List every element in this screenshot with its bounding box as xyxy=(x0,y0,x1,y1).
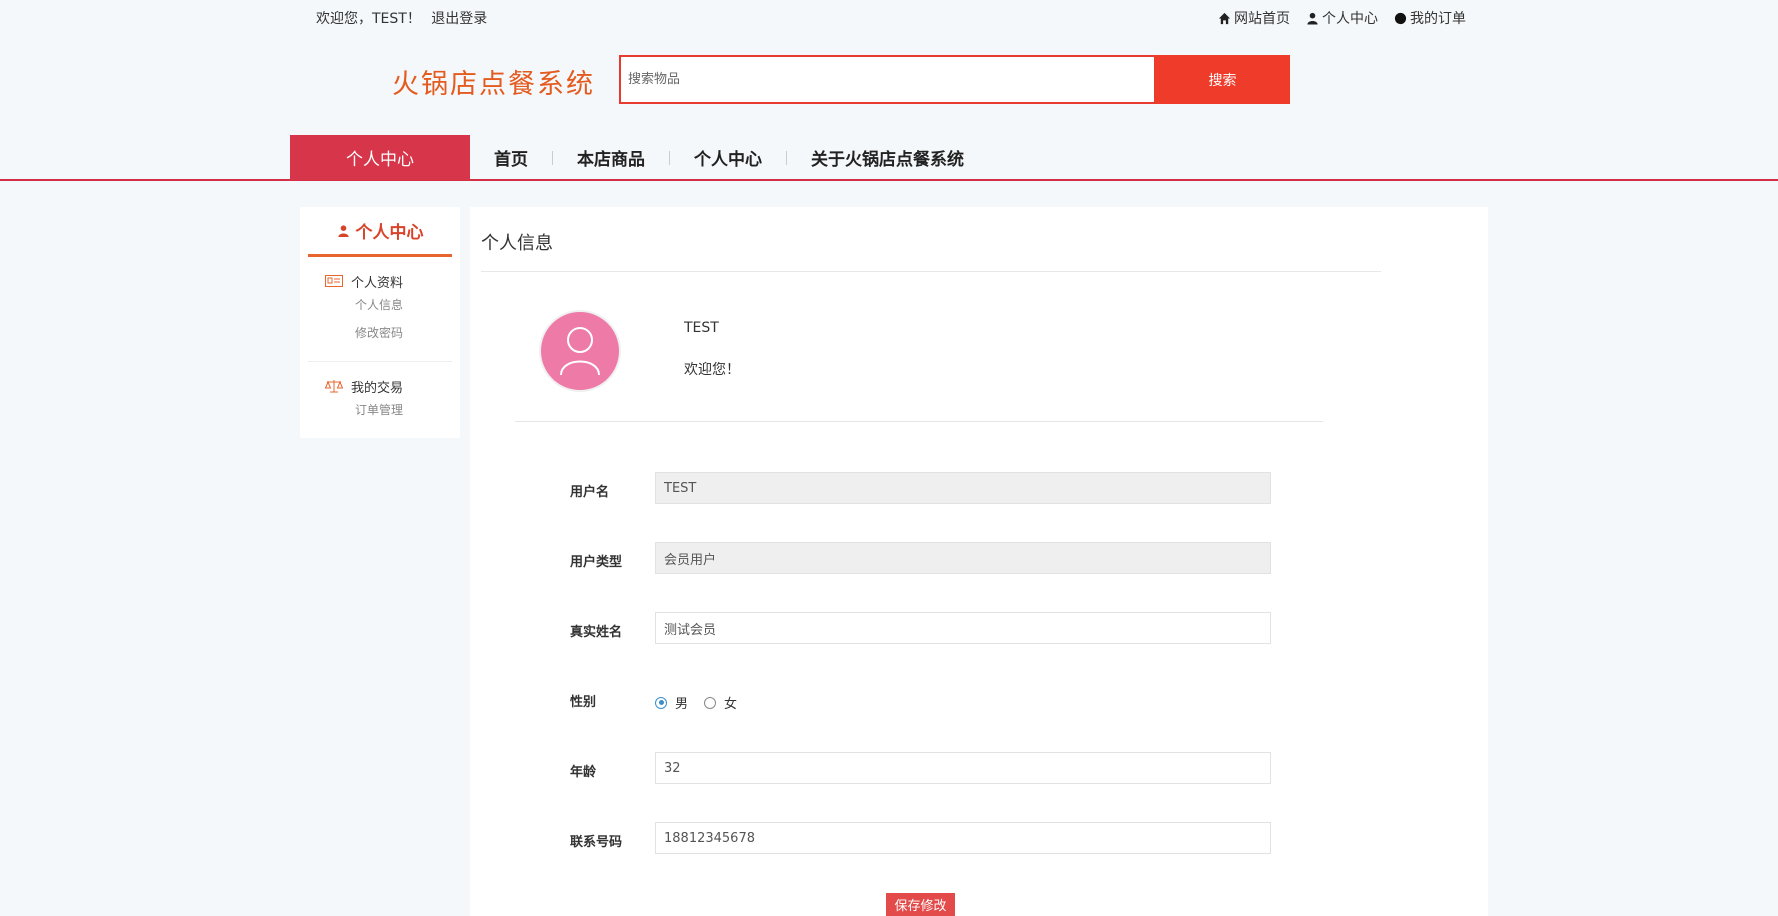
sidebar-group-head: 我的交易 xyxy=(300,376,460,396)
age-label: 年龄 xyxy=(570,765,597,780)
user-avatar-icon xyxy=(560,327,600,376)
home-link-label: 网站首页 xyxy=(1234,11,1290,27)
circle-icon xyxy=(1394,12,1407,24)
gender-radio-female[interactable] xyxy=(704,696,717,709)
realname-field[interactable] xyxy=(655,612,1271,644)
avatar xyxy=(539,310,621,392)
sidebar-item-profile-info[interactable]: 个人信息 xyxy=(300,291,460,319)
sidebar-title: 个人中心 xyxy=(308,207,452,257)
profile-greeting: 欢迎您！ xyxy=(684,362,740,378)
sidebar-item-orders[interactable]: 订单管理 xyxy=(300,396,460,424)
search-input[interactable] xyxy=(619,55,1156,104)
page-title: 个人信息 xyxy=(481,233,553,254)
welcome-bar: 欢迎您，TEST！ 退出登录 xyxy=(316,8,493,28)
username-label: 用户名 xyxy=(570,485,610,500)
user-center-link-label: 个人中心 xyxy=(1322,11,1378,27)
sidebar-title-label: 个人中心 xyxy=(355,223,424,243)
gender-label: 性别 xyxy=(570,695,597,710)
save-button[interactable]: 保存修改 xyxy=(886,893,955,916)
nav-active-tab[interactable]: 个人中心 xyxy=(290,135,470,180)
phone-label: 联系号码 xyxy=(570,835,623,850)
sidebar-group-label: 个人资料 xyxy=(351,275,404,291)
profile-name: TEST xyxy=(684,320,719,336)
site-title: 火锅店点餐系统 xyxy=(392,69,595,100)
sidebar-group-label: 我的交易 xyxy=(351,380,404,396)
user-icon xyxy=(337,224,349,237)
main-nav: 首页 本店商品 个人中心 关于火锅店点餐系统 xyxy=(470,135,988,180)
realname-label: 真实姓名 xyxy=(570,625,623,640)
gender-radio-male[interactable] xyxy=(655,696,667,709)
gender-option-female: 女 xyxy=(724,697,738,712)
profile-divider xyxy=(515,421,1323,422)
my-orders-link[interactable]: 我的订单 xyxy=(1394,8,1466,28)
home-icon xyxy=(1218,12,1231,24)
sidebar-group-trade: 我的交易 订单管理 xyxy=(300,376,460,424)
nav-item-products[interactable]: 本店商品 xyxy=(553,145,669,170)
age-field[interactable] xyxy=(655,752,1271,784)
logout-link[interactable]: 退出登录 xyxy=(431,11,487,27)
usertype-field[interactable] xyxy=(655,542,1271,574)
gender-radio-group: 男 女 xyxy=(655,693,737,712)
usertype-label: 用户类型 xyxy=(570,555,623,570)
title-divider xyxy=(481,271,1381,272)
search-button[interactable]: 搜索 xyxy=(1155,55,1290,104)
welcome-text: 欢迎您，TEST！ xyxy=(316,11,421,27)
sidebar-divider xyxy=(308,361,452,362)
sidebar-group-profile: 个人资料 个人信息 修改密码 xyxy=(300,271,460,347)
my-orders-link-label: 我的订单 xyxy=(1410,11,1466,27)
home-link[interactable]: 网站首页 xyxy=(1218,8,1290,28)
sidebar: 个人中心 个人资料 个人信息 修改密码 我的交易 订单管理 xyxy=(300,207,460,438)
user-center-link[interactable]: 个人中心 xyxy=(1306,8,1378,28)
nav-item-home[interactable]: 首页 xyxy=(470,145,552,170)
nav-item-about[interactable]: 关于火锅店点餐系统 xyxy=(787,145,988,170)
scale-icon xyxy=(325,380,343,393)
sidebar-item-change-password[interactable]: 修改密码 xyxy=(300,319,460,347)
top-links: 网站首页 个人中心 我的订单 xyxy=(1218,8,1466,28)
sidebar-group-head: 个人资料 xyxy=(300,271,460,291)
gender-option-male: 男 xyxy=(675,697,689,712)
main-panel: 个人信息 TEST 欢迎您！ 用户名 用户类型 真实姓名 性别 男 女 年龄 联… xyxy=(470,207,1488,916)
id-card-icon xyxy=(325,275,343,287)
username-field[interactable] xyxy=(655,472,1271,504)
phone-field[interactable] xyxy=(655,822,1271,854)
user-icon xyxy=(1307,12,1318,25)
nav-item-user-center[interactable]: 个人中心 xyxy=(670,145,786,170)
